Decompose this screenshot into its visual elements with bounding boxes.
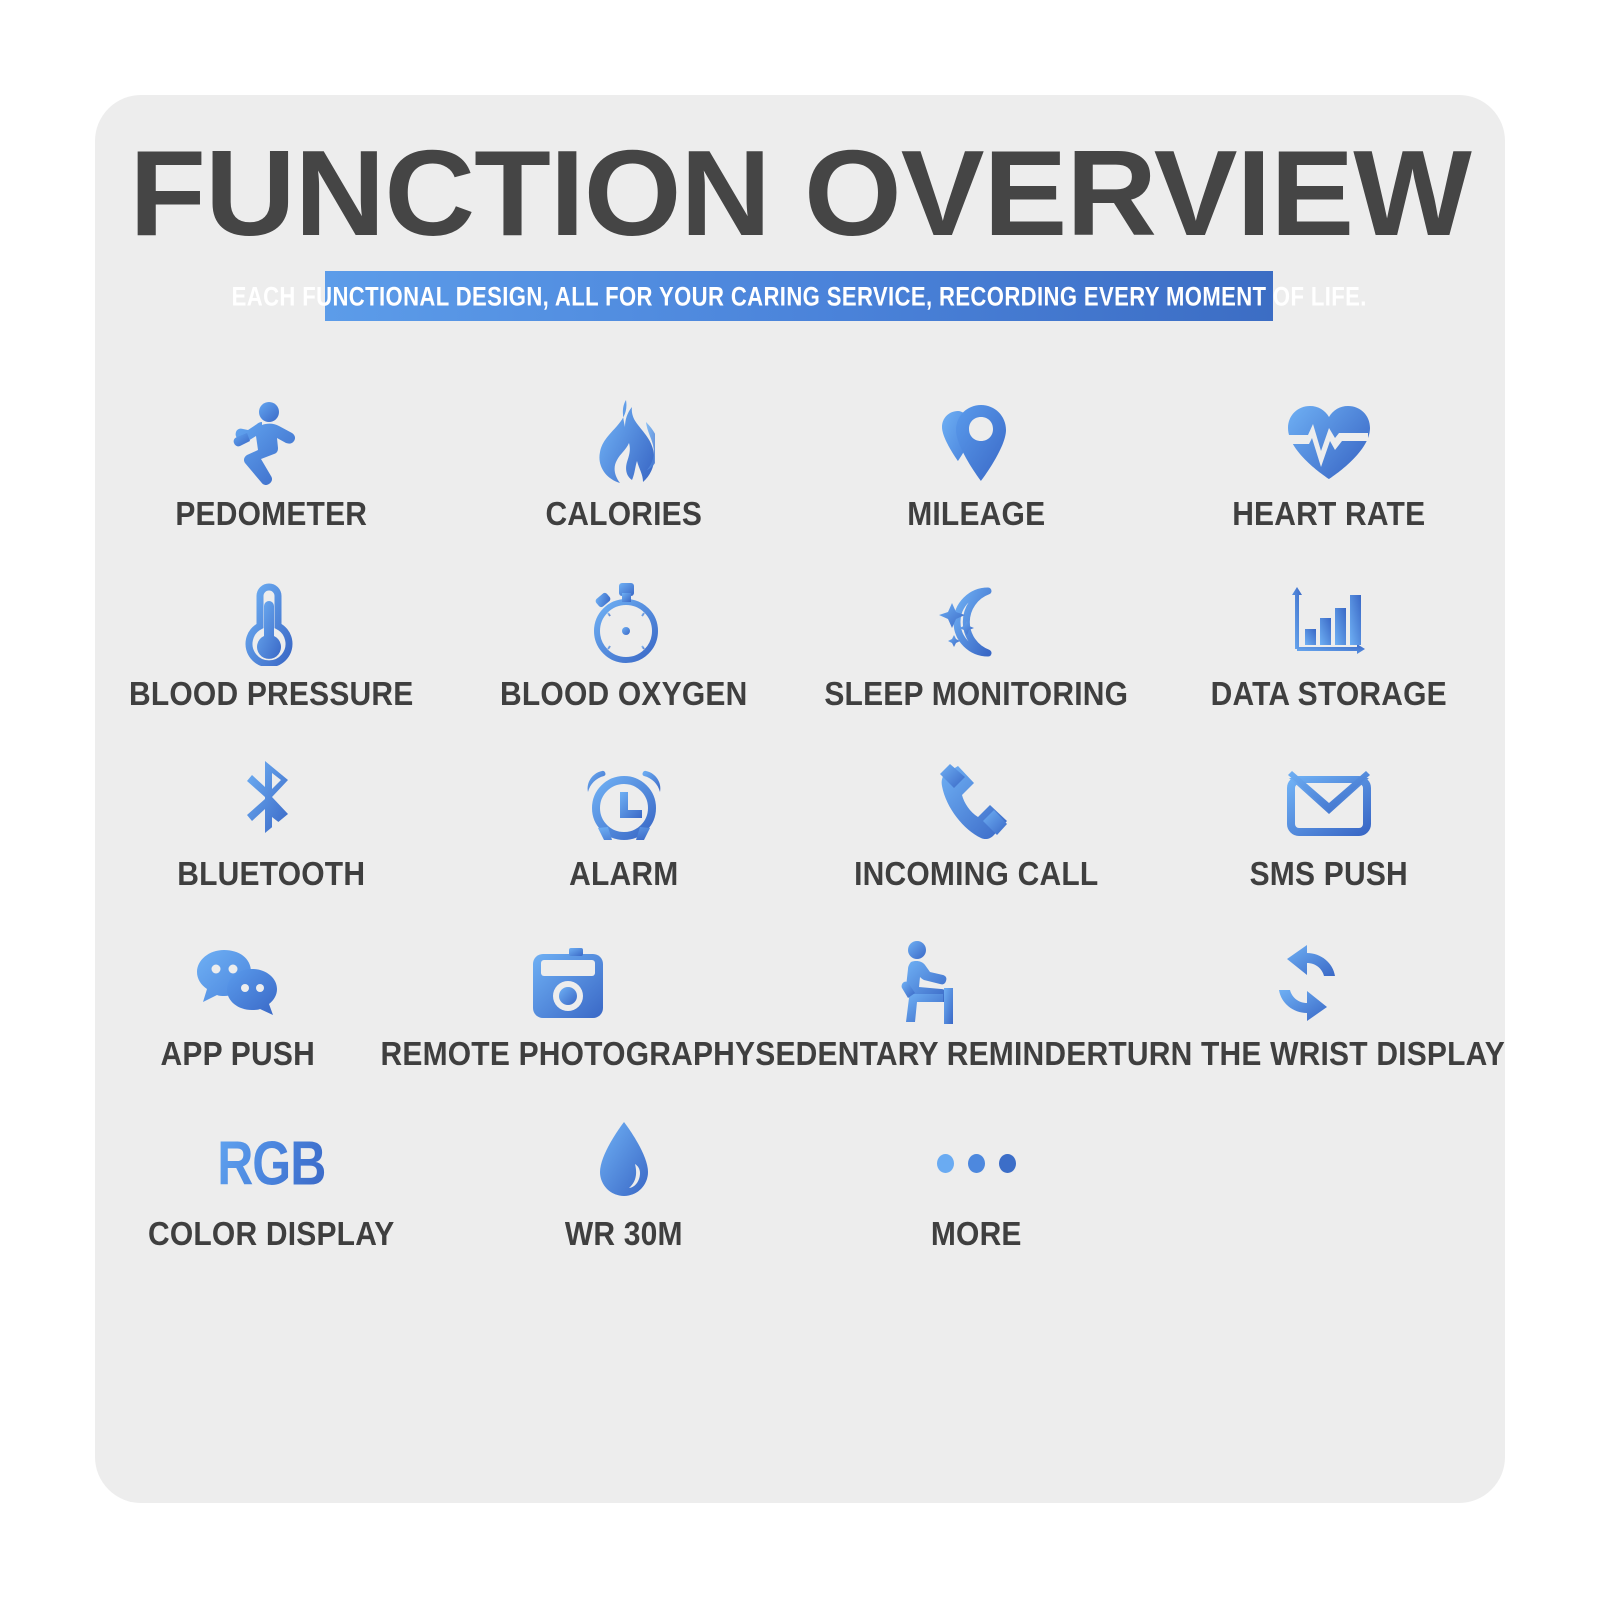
feature-row: RGB COLOR DISPLAY WR 30M MORE: [95, 1115, 1505, 1295]
feature-item-turn-wrist-display[interactable]: TURN THE WRIST DISPLAY: [1108, 935, 1505, 1115]
feature-label: ALARM: [569, 855, 679, 893]
feature-label: HEART RATE: [1232, 495, 1426, 533]
feature-row: BLOOD PRESSURE BLOOD OXYGEN SLEEP MONITO…: [95, 575, 1505, 755]
feature-item-heart-rate[interactable]: HEART RATE: [1153, 395, 1506, 575]
feature-item-sedentary-reminder[interactable]: SEDENTARY REMINDER: [755, 935, 1108, 1115]
stopwatch-icon: [584, 575, 664, 671]
feature-item-app-push[interactable]: APP PUSH: [95, 935, 381, 1115]
envelope-icon: [1286, 755, 1371, 851]
bluetooth-icon: [242, 755, 300, 851]
feature-label: SEDENTARY REMINDER: [755, 1035, 1109, 1073]
feature-label: MILEAGE: [907, 495, 1046, 533]
heart-pulse-icon: [1286, 395, 1372, 491]
feature-label: MORE: [930, 1215, 1022, 1253]
feature-label: REMOTE PHOTOGRAPHY: [380, 1035, 756, 1073]
feature-label: APP PUSH: [160, 1035, 315, 1073]
alarm-clock-icon: [584, 755, 664, 851]
feature-item-color-display[interactable]: RGB COLOR DISPLAY: [95, 1115, 448, 1295]
running-person-icon: [232, 395, 310, 491]
refresh-arrows-icon: [1270, 935, 1344, 1031]
camera-icon: [527, 935, 609, 1031]
subtitle-banner: EACH FUNCTIONAL DESIGN, ALL FOR YOUR CAR…: [231, 271, 1366, 321]
feature-label: COLOR DISPLAY: [147, 1215, 395, 1253]
map-pins-icon: [936, 395, 1016, 491]
seated-person-icon: [895, 935, 969, 1031]
feature-label: TURN THE WRIST DISPLAY: [1108, 1035, 1505, 1073]
feature-item-incoming-call[interactable]: INCOMING CALL: [800, 755, 1153, 935]
feature-item-sleep-monitoring[interactable]: SLEEP MONITORING: [800, 575, 1153, 755]
feature-label: SLEEP MONITORING: [824, 675, 1129, 713]
feature-label: BLUETOOTH: [177, 855, 366, 893]
feature-label: SMS PUSH: [1249, 855, 1408, 893]
feature-item-wr-30m[interactable]: WR 30M: [448, 1115, 801, 1295]
moon-stars-icon: [934, 575, 1018, 671]
subtitle-text: EACH FUNCTIONAL DESIGN, ALL FOR YOUR CAR…: [231, 280, 1367, 311]
feature-item-mileage[interactable]: MILEAGE: [800, 395, 1153, 575]
dot-1: [936, 1153, 954, 1173]
feature-item-remote-photography[interactable]: REMOTE PHOTOGRAPHY: [381, 935, 756, 1115]
feature-label: PEDOMETER: [175, 495, 368, 533]
feature-card: FUNCTION OVERVIEW EACH FUNCTIONAL DESIGN…: [95, 95, 1505, 1503]
page-title: FUNCTION OVERVIEW: [129, 125, 1472, 261]
thermometer-icon: [236, 575, 306, 671]
feature-label: DATA STORAGE: [1210, 675, 1447, 713]
flame-icon: [593, 395, 655, 491]
feature-item-sms-push[interactable]: SMS PUSH: [1153, 755, 1506, 935]
feature-label: BLOOD OXYGEN: [500, 675, 748, 713]
dots-group: [936, 1153, 1016, 1173]
feature-item-more[interactable]: MORE: [800, 1115, 1153, 1295]
feature-label: INCOMING CALL: [854, 855, 1099, 893]
chat-bubbles-icon: [195, 935, 281, 1031]
feature-label: CALORIES: [545, 495, 703, 533]
feature-label: BLOOD PRESSURE: [128, 675, 414, 713]
feature-item-alarm[interactable]: ALARM: [448, 755, 801, 935]
rgb-glyph-text: RGB: [217, 1128, 326, 1198]
feature-label: WR 30M: [564, 1215, 683, 1253]
feature-item-calories[interactable]: CALORIES: [448, 395, 801, 575]
feature-item-blood-oxygen[interactable]: BLOOD OXYGEN: [448, 575, 801, 755]
feature-row: PEDOMETER CALORIES MILEAGE HEART RATE: [95, 395, 1505, 575]
feature-item-bluetooth[interactable]: BLUETOOTH: [95, 755, 448, 935]
feature-item-data-storage[interactable]: DATA STORAGE: [1153, 575, 1506, 755]
dot-2: [967, 1153, 985, 1173]
phone-handset-icon: [936, 755, 1016, 851]
water-drop-icon: [596, 1115, 652, 1211]
feature-item-pedometer[interactable]: PEDOMETER: [95, 395, 448, 575]
function-overview-page: FUNCTION OVERVIEW EACH FUNCTIONAL DESIGN…: [0, 0, 1600, 1600]
feature-grid: PEDOMETER CALORIES MILEAGE HEART RATE BL…: [95, 395, 1505, 1295]
feature-item-blood-pressure[interactable]: BLOOD PRESSURE: [95, 575, 448, 755]
rgb-text-icon: RGB: [217, 1115, 326, 1211]
dot-3: [998, 1153, 1016, 1173]
three-dots-icon: [936, 1115, 1016, 1211]
feature-row: BLUETOOTH ALARM INCOMING CALL SMS PUSH: [95, 755, 1505, 935]
feature-row: APP PUSH REMOTE PHOTOGRAPHY SEDENTARY RE…: [95, 935, 1505, 1115]
bar-chart-icon: [1287, 575, 1371, 671]
